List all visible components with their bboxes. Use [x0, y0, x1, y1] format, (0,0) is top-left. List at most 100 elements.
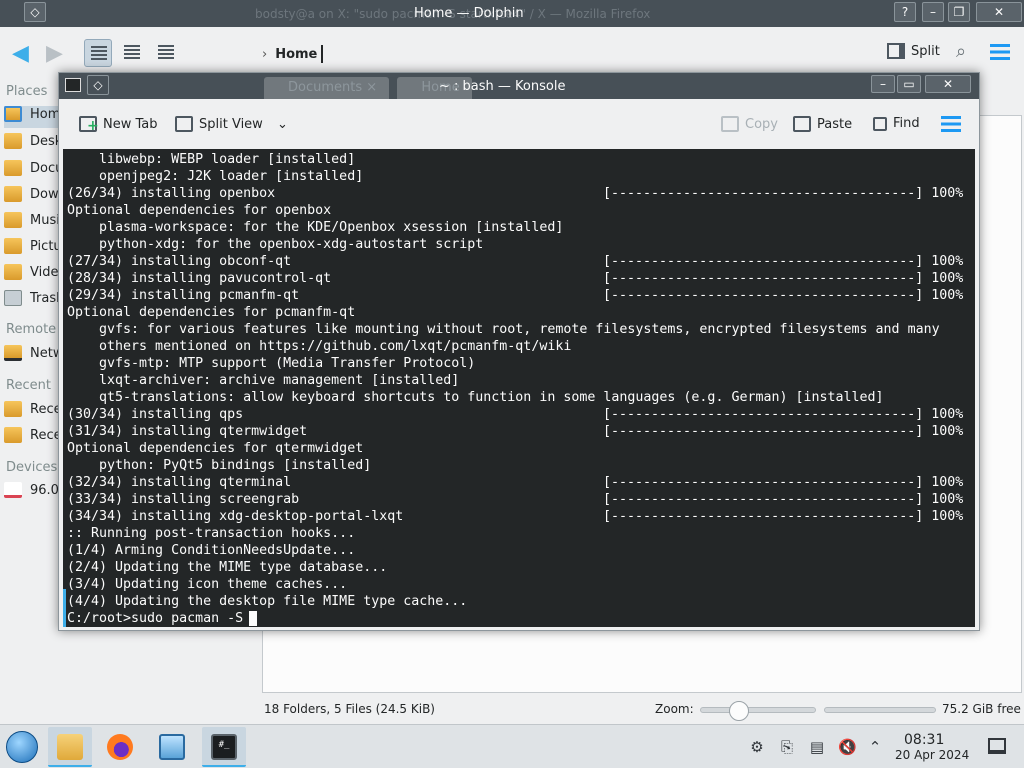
place-recent-locations[interactable]: Recent Locations: [4, 427, 62, 449]
terminal-line-text: (27/34) installing obconf-qt: [67, 254, 292, 269]
split-view-dropdown-icon[interactable]: ⌄: [277, 117, 288, 132]
network-icon[interactable]: ⚙: [748, 738, 766, 756]
copy-icon: [721, 116, 739, 132]
konsole-close-button[interactable]: ✕: [925, 75, 971, 93]
place-music[interactable]: Music: [4, 212, 62, 234]
terminal-line-text: lxqt-archiver: archive management [insta…: [67, 373, 460, 388]
terminal-line: gvfs: for various features like mounting…: [67, 321, 967, 338]
music-folder-icon: [4, 212, 22, 228]
clock-date[interactable]: 20 Apr 2024: [895, 748, 969, 762]
terminal-line-text: (31/34) installing qtermwidget: [67, 424, 308, 439]
icons-view-icon: [91, 46, 107, 62]
terminal-line-text: (26/34) installing openbox: [67, 186, 276, 201]
terminal-view[interactable]: libwebp: WEBP loader [installed] openjpe…: [63, 149, 975, 627]
new-tab-button[interactable]: New Tab: [79, 116, 158, 132]
terminal-prompt[interactable]: C:/root>sudo pacman -S: [67, 610, 967, 627]
tray-expand-icon[interactable]: ⌃: [866, 738, 884, 756]
taskbar-files[interactable]: [48, 727, 92, 767]
terminal-line-text: python: PyQt5 bindings [installed]: [67, 458, 372, 473]
progress-bar-text: [--------------------------------------]…: [603, 271, 964, 286]
terminal-line: Optional dependencies for pcmanfm-qt: [67, 304, 967, 321]
paste-button[interactable]: Paste: [793, 116, 852, 132]
split-view-label: Split View: [199, 116, 263, 132]
compact-view-button[interactable]: [118, 39, 146, 67]
free-space-text: 75.2 GiB free: [942, 702, 1021, 716]
places-panel: Places Home Desktop Documents Downloads …: [0, 77, 62, 724]
terminal-line-text: gvfs-mtp: MTP support (Media Transfer Pr…: [67, 356, 476, 371]
search-icon[interactable]: ⌕: [956, 41, 966, 62]
terminal-line-text: libwebp: WEBP loader [installed]: [67, 152, 356, 167]
help-button[interactable]: ?: [894, 2, 916, 22]
window-menu-icon[interactable]: ◇: [24, 2, 46, 22]
volume-muted-icon[interactable]: 🔇: [838, 738, 857, 756]
dolphin-menu-icon[interactable]: [990, 44, 1010, 60]
konsole-icon: #_: [211, 734, 237, 760]
icons-view-button[interactable]: [84, 39, 112, 67]
place-downloads[interactable]: Downloads: [4, 186, 62, 208]
clock-time[interactable]: 08:31: [904, 732, 944, 748]
terminal-line: Optional dependencies for qtermwidget: [67, 440, 967, 457]
back-arrow-icon[interactable]: ◀: [12, 41, 29, 66]
taskbar-firefox[interactable]: [98, 727, 142, 767]
terminal-scrollbar[interactable]: [959, 149, 969, 627]
terminal-line-text: (32/34) installing qterminal: [67, 475, 292, 490]
terminal-focus-marker: [63, 589, 66, 627]
documents-folder-icon: [4, 160, 22, 176]
progress-bar-text: [--------------------------------------]…: [603, 288, 964, 303]
terminal-line-text: plasma-workspace: for the KDE/Openbox xs…: [67, 220, 564, 235]
place-videos[interactable]: Videos: [4, 264, 62, 286]
details-view-button[interactable]: [152, 39, 180, 67]
zoom-slider-handle[interactable]: [729, 701, 749, 721]
split-icon: [887, 43, 905, 59]
place-trash[interactable]: Trash: [4, 290, 62, 312]
terminal-line: (34/34) installing xdg-desktop-portal-lx…: [67, 508, 967, 525]
recent-files-icon: [4, 401, 22, 417]
taskbar-system-settings[interactable]: [150, 727, 194, 767]
place-documents[interactable]: Documents: [4, 160, 62, 182]
place-network[interactable]: Network: [4, 345, 62, 367]
terminal-line: (4/4) Updating the desktop file MIME typ…: [67, 593, 967, 610]
place-recent-files[interactable]: Recent Files: [4, 401, 62, 423]
konsole-maximize-button[interactable]: ▭: [897, 75, 921, 93]
taskbar-konsole[interactable]: #_: [202, 727, 246, 767]
breadcrumb-current[interactable]: Home: [275, 47, 317, 62]
place-hard-drive[interactable]: 96.0 GiB Hard Drive: [4, 482, 62, 504]
terminal-line-text: Optional dependencies for qtermwidget: [67, 441, 364, 456]
ghost-tab-label: Documents: [288, 80, 363, 95]
split-button[interactable]: Split: [887, 43, 940, 59]
place-desktop[interactable]: Desktop: [4, 133, 62, 155]
find-button[interactable]: Find: [873, 116, 920, 131]
forward-arrow-icon[interactable]: ▶: [46, 41, 63, 66]
terminal-line-text: (33/34) installing screengrab: [67, 492, 300, 507]
konsole-titlebar[interactable]: ◇ Documents × Home ~ : bash — Konsole – …: [59, 73, 979, 99]
paste-label: Paste: [817, 116, 853, 132]
konsole-menu-icon[interactable]: [941, 116, 961, 132]
zoom-slider[interactable]: [700, 701, 816, 721]
minimize-button[interactable]: –: [922, 2, 944, 22]
home-folder-icon: [4, 106, 22, 122]
place-pictures[interactable]: Pictures: [4, 238, 62, 260]
terminal-line: (1/4) Arming ConditionNeedsUpdate...: [67, 542, 967, 559]
terminal-line-text: (30/34) installing qps: [67, 407, 244, 422]
terminal-line: (27/34) installing obconf-qt [-----------…: [67, 253, 967, 270]
place-home[interactable]: Home: [4, 106, 62, 128]
compact-view-icon: [124, 45, 140, 61]
split-view-button[interactable]: Split View ⌄: [175, 116, 288, 132]
copy-button[interactable]: Copy: [721, 116, 778, 132]
terminal-line-text: (3/4) Updating icon theme caches...: [67, 577, 348, 592]
show-desktop-icon[interactable]: [988, 738, 1006, 754]
konsole-minimize-button[interactable]: –: [871, 75, 895, 93]
notes-icon[interactable]: ▤: [808, 738, 826, 756]
terminal-line-text: python-xdg: for the openbox-xdg-autostar…: [67, 237, 484, 252]
maximize-button[interactable]: ❐: [948, 2, 970, 22]
breadcrumb[interactable]: › Home: [262, 45, 324, 63]
clipboard-icon[interactable]: ⎘: [778, 738, 796, 756]
close-button[interactable]: ✕: [976, 2, 1022, 22]
progress-bar-text: [--------------------------------------]…: [603, 254, 964, 269]
konsole-window-menu-icon[interactable]: ◇: [87, 75, 109, 95]
konsole-window: ◇ Documents × Home ~ : bash — Konsole – …: [58, 72, 980, 631]
start-menu-button[interactable]: [6, 731, 38, 763]
terminal-line: python: PyQt5 bindings [installed]: [67, 457, 967, 474]
terminal-line-text: (2/4) Updating the MIME type database...: [67, 560, 388, 575]
dolphin-titlebar[interactable]: ◇ bodsty@a on X: "sudo pacman -S startxf…: [0, 0, 1024, 27]
